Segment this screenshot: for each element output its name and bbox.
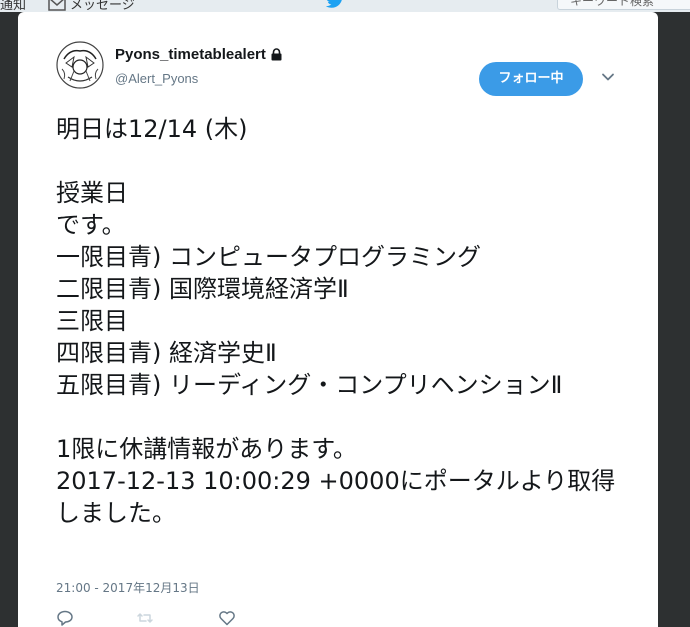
user-name-row[interactable]: Pyons_timetablealert	[115, 46, 282, 63]
retweet-icon	[137, 613, 153, 623]
search-input[interactable]: キーワード検索	[557, 0, 690, 10]
avatar[interactable]	[56, 41, 104, 89]
reply-icon	[57, 610, 73, 626]
envelope-icon	[48, 0, 66, 11]
tweet-modal: Pyons_timetablealert @Alert_Pyons フォロー中 …	[18, 12, 658, 627]
retweet-button[interactable]	[136, 609, 156, 627]
avatar-illustration	[56, 41, 104, 89]
top-nav-bar: 通知 メッセージ キーワード検索	[0, 0, 690, 12]
following-button[interactable]: フォロー中	[479, 62, 583, 96]
lock-icon	[271, 48, 282, 61]
user-handle[interactable]: @Alert_Pyons	[115, 71, 198, 86]
twitter-bird-icon[interactable]	[325, 0, 345, 10]
nav-messages[interactable]: メッセージ	[48, 0, 135, 12]
like-icon	[219, 611, 235, 626]
user-display-name: Pyons_timetablealert	[115, 46, 266, 63]
nav-notifications-label[interactable]: 通知	[0, 0, 26, 12]
nav-messages-label: メッセージ	[70, 0, 135, 12]
like-button[interactable]	[218, 609, 238, 627]
tweet-timestamp[interactable]: 21:00 - 2017年12月13日	[56, 579, 200, 596]
tweet-text: 明日は12/14 (木) 授業日 です。 一限目青) コンピュータプログラミング…	[56, 115, 616, 527]
chevron-down-icon[interactable]	[600, 71, 616, 83]
reply-button[interactable]	[56, 609, 76, 627]
